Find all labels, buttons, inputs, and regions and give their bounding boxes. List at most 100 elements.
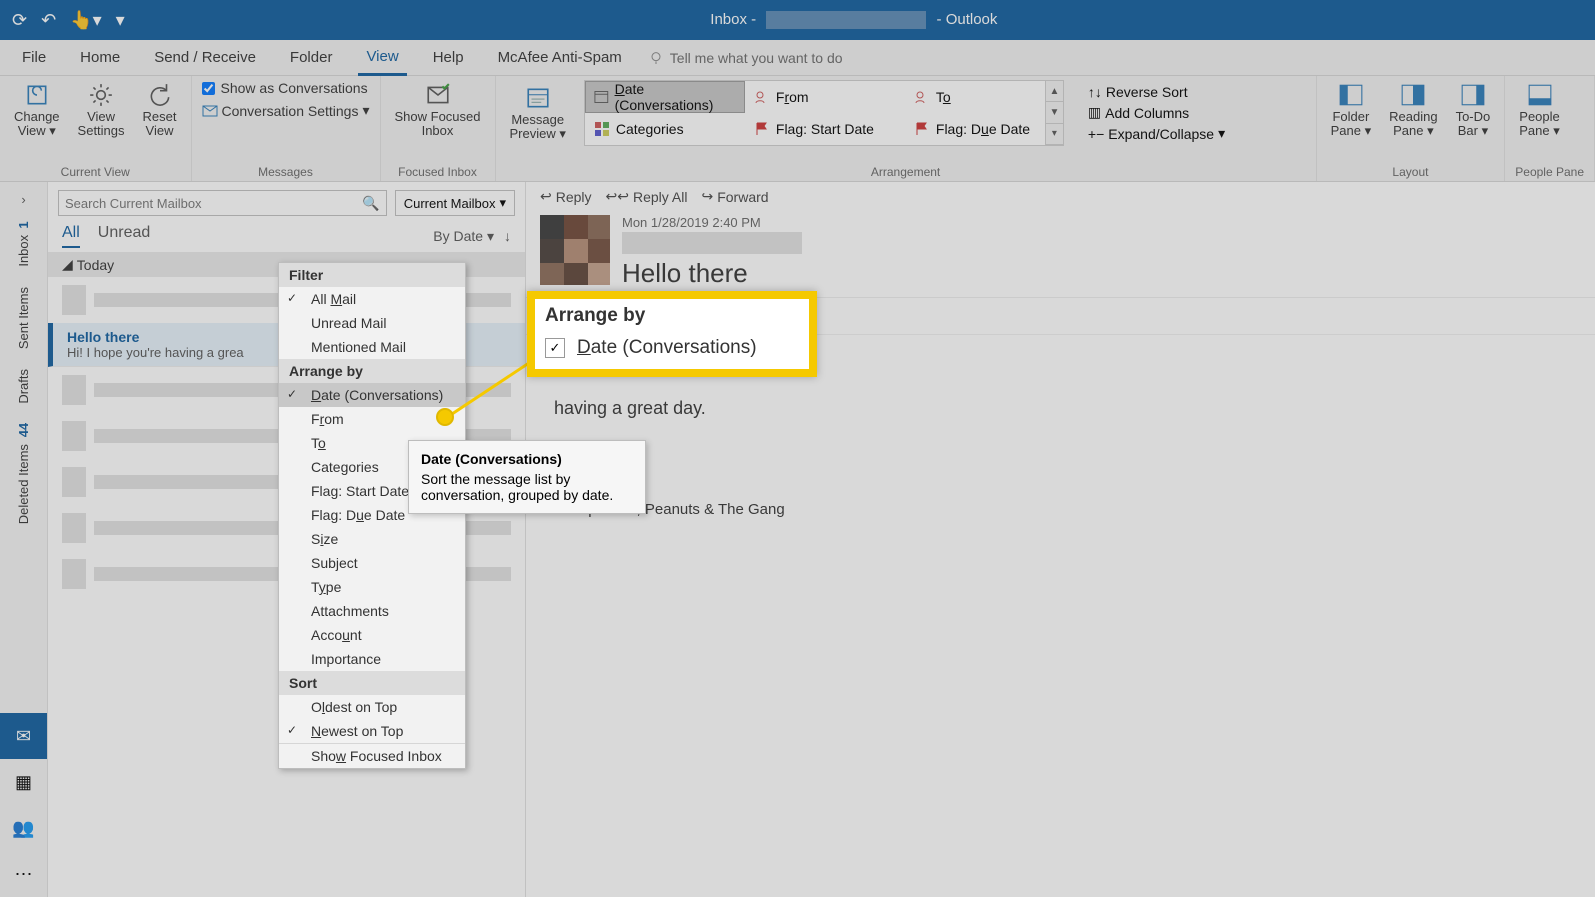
todo-icon xyxy=(1458,82,1488,108)
message-preview-button[interactable]: MessagePreview ▾ xyxy=(506,83,570,144)
reply-button[interactable]: ↩Reply xyxy=(540,188,592,205)
focused-l2: Inbox xyxy=(422,124,454,138)
body-line-2: having a great day. xyxy=(554,398,1567,419)
ctx-oldest[interactable]: Oldest on Top xyxy=(279,695,465,719)
tab-home[interactable]: Home xyxy=(72,41,128,74)
touch-mode-icon[interactable]: 👆▾ xyxy=(70,10,101,31)
forward-button[interactable]: ↪Forward xyxy=(701,188,768,205)
ctx-size[interactable]: Size xyxy=(279,527,465,551)
reading-pane-button[interactable]: ReadingPane ▾ xyxy=(1385,80,1441,141)
filter-unread-tab[interactable]: Unread xyxy=(98,224,150,248)
reset-view-button[interactable]: ResetView xyxy=(139,80,181,141)
body-sig: Joe xyxy=(554,441,1567,462)
search-scope-label: Current Mailbox xyxy=(404,196,496,211)
todo-l2: Bar ▾ xyxy=(1458,124,1488,138)
up-arrow-icon[interactable]: ▲ xyxy=(1046,81,1063,102)
sync-icon[interactable]: ⟳ xyxy=(12,10,27,31)
folder-pane-button[interactable]: FolderPane ▾ xyxy=(1327,80,1376,141)
sort-by-date-dropdown[interactable]: By Date ▾ xyxy=(433,228,494,245)
ctx-all-mail[interactable]: ✓All Mail xyxy=(279,287,465,311)
arrange-from-button[interactable]: From xyxy=(745,81,905,113)
filter-all-tab[interactable]: All xyxy=(62,224,80,248)
nav-more-icon[interactable]: ⋯ xyxy=(0,851,47,897)
flag-icon xyxy=(754,121,770,137)
conversation-icon xyxy=(202,103,218,119)
ctx-unread-mail[interactable]: Unread Mail xyxy=(279,311,465,335)
search-box[interactable]: 🔍 xyxy=(58,190,387,216)
ctx-importance[interactable]: Importance xyxy=(279,647,465,671)
sort-direction-button[interactable]: ↓ xyxy=(504,228,511,244)
reset-view-l2: View xyxy=(146,124,174,138)
tell-me[interactable]: Tell me what you want to do xyxy=(648,50,843,66)
arrange-flag-due-button[interactable]: Flag: Due Date xyxy=(905,113,1045,145)
tab-folder[interactable]: Folder xyxy=(282,41,341,74)
reply-all-label: Reply All xyxy=(633,189,687,205)
ctx-show-focused[interactable]: Show Focused Inbox xyxy=(279,744,465,768)
ctx-mentioned-mail[interactable]: Mentioned Mail xyxy=(279,335,465,359)
check-icon: ✓ xyxy=(287,723,297,737)
rail-sent[interactable]: Sent Items xyxy=(16,287,31,349)
undo-icon[interactable]: ↶ xyxy=(41,10,56,31)
arrangement-scroll[interactable]: ▲▼▾ xyxy=(1046,80,1064,146)
nav-people-icon[interactable]: 👥 xyxy=(0,805,47,851)
more-arrow-icon[interactable]: ▾ xyxy=(1046,124,1063,145)
reset-view-l1: Reset xyxy=(143,110,177,124)
rail-drafts[interactable]: Drafts xyxy=(16,369,31,404)
ctx-newest[interactable]: ✓Newest on Top xyxy=(279,719,465,743)
reply-all-button[interactable]: ↩↩Reply All xyxy=(606,188,688,205)
todo-bar-button[interactable]: To-DoBar ▾ xyxy=(1452,80,1495,141)
show-as-conversations-checkbox[interactable]: Show as Conversations xyxy=(202,80,370,96)
down-arrow-icon[interactable]: ▼ xyxy=(1046,102,1063,123)
arrange-date-button[interactable]: Date (Conversations) xyxy=(585,81,745,113)
view-settings-button[interactable]: ViewSettings xyxy=(74,80,129,141)
group-focused-inbox: Show FocusedInbox Focused Inbox xyxy=(381,76,496,181)
change-view-button[interactable]: ChangeView ▾ xyxy=(10,80,64,141)
tab-view[interactable]: View xyxy=(358,40,406,76)
qat-customize-icon[interactable]: ▾ xyxy=(116,10,125,31)
arrange-to-button[interactable]: To xyxy=(905,81,1045,113)
group-layout-label: Layout xyxy=(1327,163,1495,179)
group-layout: FolderPane ▾ ReadingPane ▾ To-DoBar ▾ La… xyxy=(1317,76,1506,181)
search-icon[interactable]: 🔍 xyxy=(362,195,379,212)
tab-file[interactable]: File xyxy=(14,41,54,74)
search-scope-dropdown[interactable]: Current Mailbox ▾ xyxy=(395,190,515,216)
add-columns-button[interactable]: ▥ Add Columns xyxy=(1088,104,1225,121)
reading-header: Mon 1/28/2019 2:40 PM Hello there xyxy=(526,211,1595,298)
view-settings-l2: Settings xyxy=(78,124,125,138)
title-account-redacted xyxy=(766,11,926,29)
tab-send-receive[interactable]: Send / Receive xyxy=(146,41,264,74)
rail-deleted-label: Deleted Items xyxy=(16,445,31,525)
search-input[interactable] xyxy=(65,196,362,211)
conversation-settings-button[interactable]: Conversation Settings ▾ xyxy=(202,102,370,119)
ctx-type[interactable]: Type xyxy=(279,575,465,599)
arrange-flag-start-button[interactable]: Flag: Start Date xyxy=(745,113,905,145)
ctx-attachments[interactable]: Attachments xyxy=(279,599,465,623)
rail-inbox[interactable]: Inbox 1 xyxy=(16,221,31,267)
expand-collapse-button[interactable]: +− Expand/Collapse ▾ xyxy=(1088,125,1225,142)
reverse-sort-button[interactable]: ↑↓ Reverse Sort xyxy=(1088,84,1225,100)
group-people-pane: PeoplePane ▾ People Pane xyxy=(1505,76,1595,181)
people-pane-button[interactable]: PeoplePane ▾ xyxy=(1515,80,1564,141)
preview-l2: Preview ▾ xyxy=(510,127,566,141)
nav-calendar-icon[interactable]: ▦ xyxy=(0,759,47,805)
tab-help[interactable]: Help xyxy=(425,41,472,74)
rail-inbox-label: Inbox xyxy=(16,235,31,267)
tooltip-title: Date (Conversations) xyxy=(421,451,633,467)
nav-mail-icon[interactable]: ✉ xyxy=(0,713,47,759)
expand-rail-button[interactable]: › xyxy=(17,188,29,211)
folder-pane-l2: Pane ▾ xyxy=(1331,124,1372,138)
rail-deleted[interactable]: Deleted Items 44 xyxy=(16,423,31,524)
tooltip-desc: Sort the message list by conversation, g… xyxy=(421,471,633,503)
sort-icon: ↑↓ xyxy=(1088,84,1102,100)
arrange-categories-button[interactable]: Categories xyxy=(585,113,745,145)
show-as-conversations-input[interactable] xyxy=(202,82,215,95)
ctx-subject[interactable]: Subject xyxy=(279,551,465,575)
show-focused-inbox-button[interactable]: Show FocusedInbox xyxy=(391,80,485,141)
by-date-label: By Date xyxy=(433,228,483,244)
reading-pane: ↩Reply ↩↩Reply All ↪Forward Mon 1/28/201… xyxy=(526,182,1595,897)
arrange-categories-label: Categories xyxy=(616,121,684,137)
ctx-date-conversations[interactable]: ✓Date (Conversations) xyxy=(279,383,465,407)
ctx-account[interactable]: Account xyxy=(279,623,465,647)
group-messages-label: Messages xyxy=(202,163,370,179)
tab-mcafee[interactable]: McAfee Anti-Spam xyxy=(490,41,630,74)
